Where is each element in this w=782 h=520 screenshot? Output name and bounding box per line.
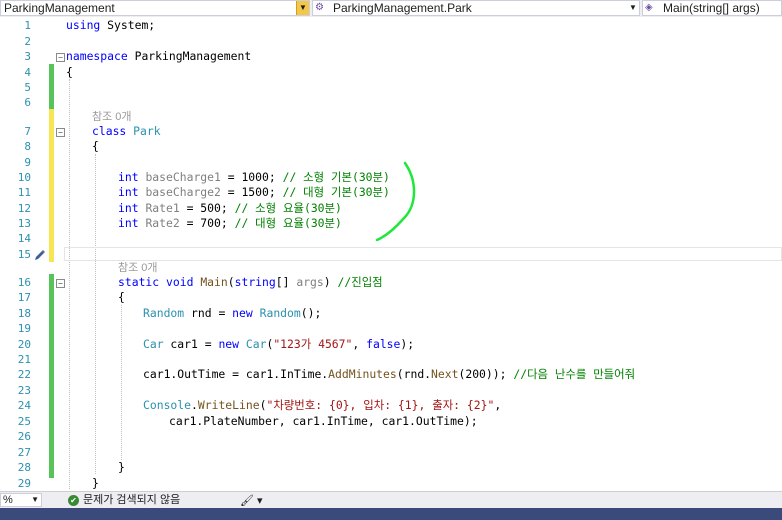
code-line-22: car1.OutTime = car1.InTime.AddMinutes(rn… <box>143 367 636 381</box>
codelens-references[interactable]: 참조 0개 <box>118 261 158 275</box>
code-editor[interactable]: 1 2 3 4 5 6 7 8 9 10 11 12 13 14 15 16 1… <box>0 17 782 491</box>
issues-text: 문제가 검색되지 않음 <box>83 494 181 506</box>
codelens-references[interactable]: 참조 0개 <box>92 110 132 124</box>
member-dropdown[interactable]: ◈ Main(string[] args) <box>642 0 782 16</box>
zoom-dropdown[interactable]: % ▼ <box>0 493 42 507</box>
status-bar: % ▼ ✔ 문제가 검색되지 않음 🖌 ▾ <box>0 491 782 509</box>
code-line-16: static void Main(string[] args) //진입점 <box>118 275 383 289</box>
code-line-13: int Rate2 = 700; // 대형 요율(30분) <box>118 216 342 230</box>
class-icon: ⚙ <box>315 2 324 13</box>
method-icon: ◈ <box>645 2 653 13</box>
code-line-25: car1.PlateNumber, car1.InTime, car1.OutT… <box>169 414 478 428</box>
code-line-7: class Park <box>92 124 161 138</box>
chevron-down-icon[interactable]: ▼ <box>296 1 309 15</box>
navigation-bar: ParkingManagement ▼ ⚙ ParkingManagement.… <box>0 0 782 18</box>
project-dropdown[interactable]: ParkingManagement ▼ <box>0 0 310 16</box>
code-line-29: } <box>92 476 99 490</box>
code-line-11: int baseCharge2 = 1500; // 대형 기본(30분) <box>118 185 390 199</box>
chevron-down-icon[interactable]: ▼ <box>627 1 639 15</box>
project-dropdown-label: ParkingManagement <box>4 1 115 15</box>
code-line-10: int baseCharge1 = 1000; // 소형 기본(30분) <box>118 170 390 184</box>
code-line-12: int Rate1 = 500; // 소형 요율(30분) <box>118 201 342 215</box>
code-line-1: using System; <box>66 18 156 32</box>
zoom-value: % <box>3 494 13 506</box>
code-line-28: } <box>118 460 125 474</box>
window-bottom-strip <box>0 508 782 520</box>
type-dropdown-label: ParkingManagement.Park <box>333 1 472 15</box>
code-line-4: { <box>66 65 73 79</box>
code-line-20: Car car1 = new Car("123가 4567", false); <box>143 337 415 351</box>
code-area[interactable]: using System; namespace ParkingManagemen… <box>0 17 782 491</box>
brush-icon[interactable]: 🖌 ▾ <box>240 494 263 507</box>
code-line-8: { <box>92 139 99 153</box>
chevron-down-icon[interactable]: ▼ <box>31 494 39 506</box>
issues-indicator[interactable]: ✔ 문제가 검색되지 않음 <box>68 494 180 507</box>
type-dropdown[interactable]: ⚙ ParkingManagement.Park ▼ <box>312 0 640 16</box>
check-circle-icon: ✔ <box>68 494 79 506</box>
code-line-3: namespace ParkingManagement <box>66 49 252 63</box>
code-line-17: { <box>118 290 125 304</box>
member-dropdown-label: Main(string[] args) <box>663 1 760 15</box>
code-line-18: Random rnd = new Random(); <box>143 306 322 320</box>
code-line-24: Console.WriteLine("차량번호: {0}, 입차: {1}, 출… <box>143 398 502 412</box>
